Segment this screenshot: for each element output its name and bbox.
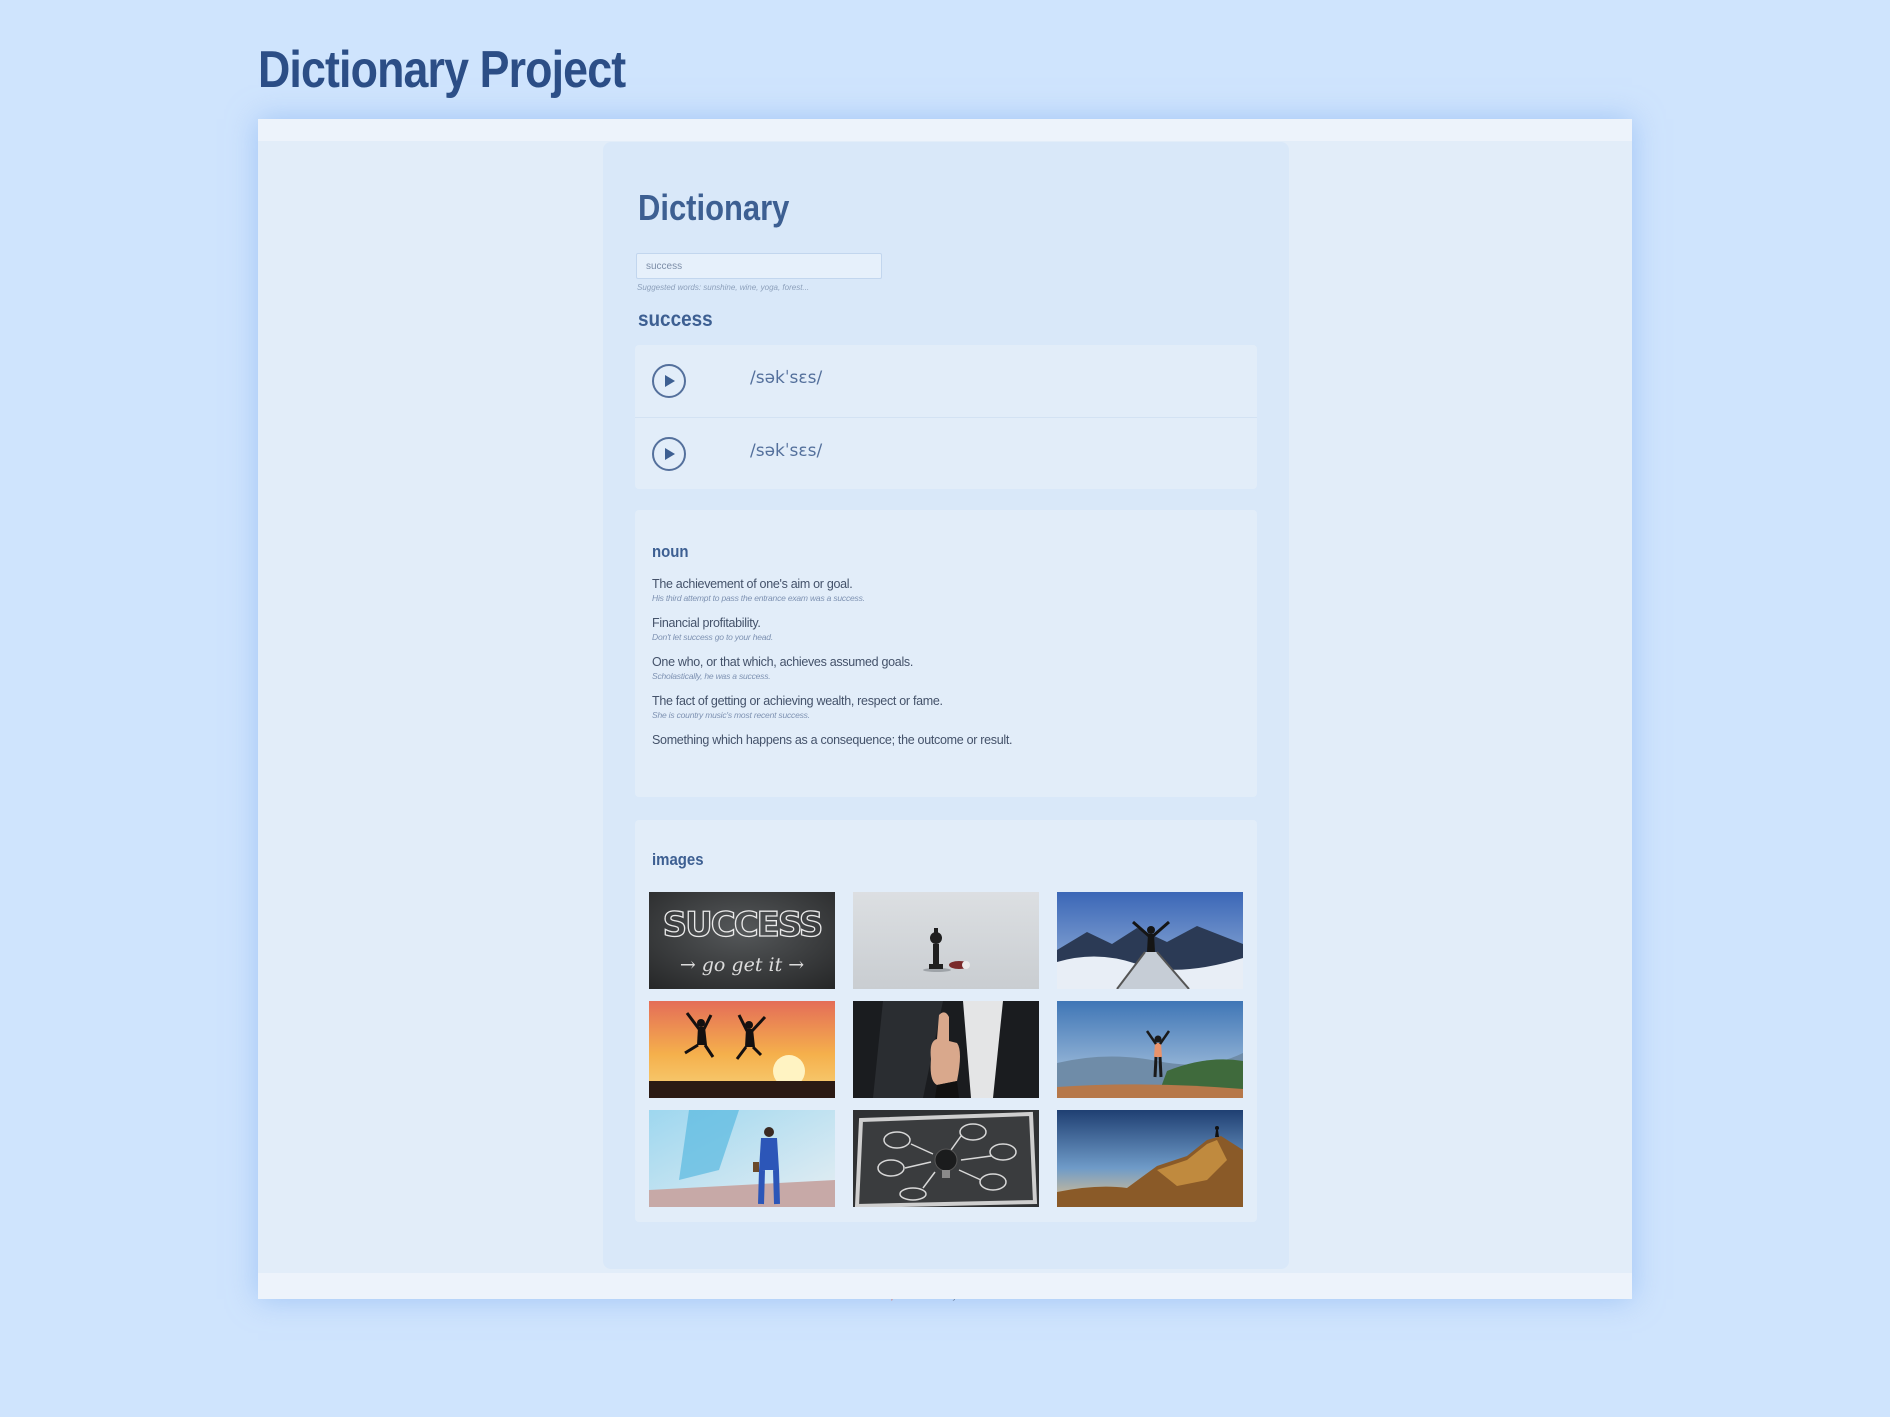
chalk-subtext: → go get it →	[680, 954, 804, 976]
definition-text: One who, or that which, achieves assumed…	[652, 655, 914, 669]
sunset-jump-image[interactable]	[649, 1001, 835, 1098]
mountain-peak-person-image[interactable]	[1057, 1001, 1243, 1098]
mountain-bridge-image[interactable]	[1057, 892, 1243, 989]
definition-text: Something which happens as a consequence…	[652, 733, 1013, 747]
lightbulb-chalkboard-image[interactable]	[853, 1110, 1039, 1207]
phonetic-row: /səkˈsɛs/	[635, 345, 1257, 418]
definition-text: The achievement of one's aim or goal.	[652, 577, 853, 591]
app-heading: Dictionary	[638, 187, 790, 228]
definition-item: One who, or that which, achieves assumed…	[652, 654, 1012, 682]
image-grid: SUCCESS → go get it →	[649, 892, 1243, 1207]
phonetics-section: /səkˈsɛs/ /səkˈsɛs/	[635, 345, 1257, 489]
browser-frame: Dictionary Suggested words: sunshine, wi…	[258, 119, 1632, 1301]
word-heading: success	[638, 308, 713, 331]
part-of-speech: noun	[652, 542, 689, 561]
phonetic-row: /səkˈsɛs/	[635, 418, 1257, 490]
play-audio-button[interactable]	[652, 364, 686, 398]
images-heading: images	[652, 850, 704, 869]
businessman-image[interactable]	[649, 1110, 835, 1207]
frame-top-bar	[258, 119, 1632, 141]
meaning-section: noun The achievement of one's aim or goa…	[635, 510, 1257, 797]
chalk-success-text: SUCCESS	[663, 905, 822, 945]
thumbs-up-image[interactable]	[853, 1001, 1039, 1098]
definition-example: His third attempt to pass the entrance e…	[652, 593, 865, 603]
suggested-words: Suggested words: sunshine, wine, yoga, f…	[637, 283, 810, 292]
play-icon	[665, 375, 675, 387]
frame-bottom-bar	[258, 1273, 1632, 1299]
definition-item: The achievement of one's aim or goal. Hi…	[652, 576, 1012, 604]
definition-example: Scholastically, he was a success.	[652, 671, 771, 681]
dictionary-app: Dictionary Suggested words: sunshine, wi…	[603, 142, 1289, 1301]
play-audio-button[interactable]	[652, 437, 686, 471]
rock-summit-image[interactable]	[1057, 1110, 1243, 1207]
definition-item: The fact of getting or achieving wealth,…	[652, 693, 1012, 721]
phonetic-text: /səkˈsɛs/	[750, 368, 823, 388]
images-section: images SUCCESS → go get it →	[635, 820, 1257, 1222]
definition-item: Something which happens as a consequence…	[652, 732, 1013, 748]
definition-example: Don't let success go to your head.	[652, 632, 773, 642]
chess-pieces-image[interactable]	[853, 892, 1039, 989]
search-input[interactable]	[636, 253, 882, 279]
play-icon	[665, 448, 675, 460]
project-title: Dictionary Project	[258, 41, 626, 99]
definitions-list: The achievement of one's aim or goal. Hi…	[652, 576, 1013, 759]
definition-text: The fact of getting or achieving wealth,…	[652, 694, 943, 708]
success-chalkboard-image[interactable]: SUCCESS → go get it →	[649, 892, 835, 989]
definition-example: She is country music's most recent succe…	[652, 710, 810, 720]
phonetic-text: /səkˈsɛs/	[750, 441, 823, 461]
definition-text: Financial profitability.	[652, 616, 761, 630]
definition-item: Financial profitability. Don't let succe…	[652, 615, 1012, 643]
